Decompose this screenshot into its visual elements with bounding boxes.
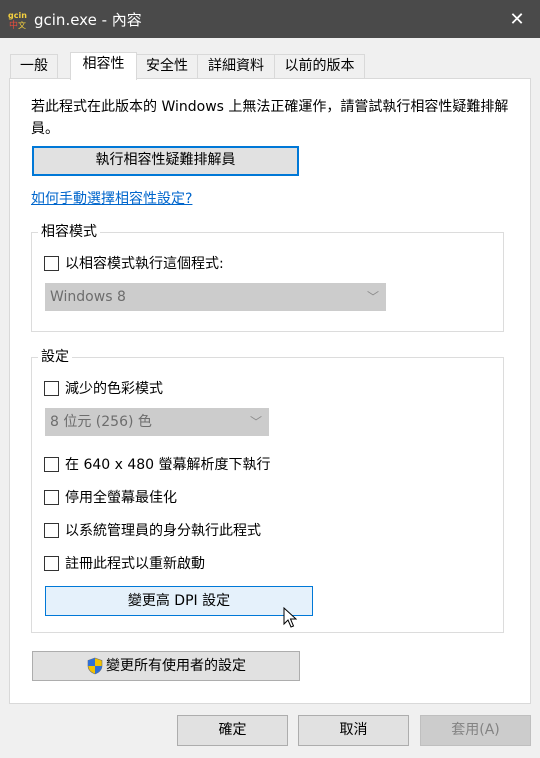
window-title: gcin.exe - 內容: [34, 11, 142, 29]
compat-mode-checkbox[interactable]: [44, 255, 59, 271]
close-button[interactable]: ✕: [494, 0, 540, 38]
compatibility-mode-group: 相容模式 以相容模式執行這個程式: Windows 8 ﹀: [31, 223, 504, 332]
apply-button[interactable]: 套用(A): [420, 715, 531, 746]
mouse-pointer-icon: [283, 607, 297, 628]
register-restart-row[interactable]: 註冊此程式以重新啟動: [44, 553, 205, 573]
run-as-admin-checkbox[interactable]: [44, 522, 59, 538]
reduced-color-checkbox[interactable]: [44, 380, 59, 396]
register-restart-label: 註冊此程式以重新啟動: [65, 556, 205, 572]
res-640-row[interactable]: 在 640 x 480 螢幕解析度下執行: [44, 454, 271, 474]
settings-group: 設定 減少的色彩模式 8 位元 (256) 色 ﹀ 在 640 x 480 螢幕…: [31, 348, 504, 633]
chevron-down-icon: ﹀: [249, 415, 262, 429]
svg-text:文: 文: [18, 20, 26, 29]
change-all-users-label: 變更所有使用者的設定: [106, 658, 246, 674]
os-version-select[interactable]: Windows 8 ﹀: [45, 283, 386, 311]
os-version-value: Windows 8: [50, 289, 126, 305]
disable-fullscreen-checkbox[interactable]: [44, 489, 59, 505]
reduced-color-label: 減少的色彩模式: [65, 381, 163, 397]
intro-text: 若此程式在此版本的 Windows 上無法正確運作，請嘗試執行相容性疑難排解員。: [31, 99, 509, 137]
tab-details[interactable]: 詳細資料: [197, 54, 275, 79]
compat-mode-checkbox-row[interactable]: 以相容模式執行這個程式:: [44, 253, 224, 273]
run-as-admin-row[interactable]: 以系統管理員的身分執行此程式: [44, 520, 261, 540]
res-640-checkbox[interactable]: [44, 456, 59, 472]
change-all-users-button[interactable]: 變更所有使用者的設定: [32, 651, 300, 681]
disable-fullscreen-row[interactable]: 停用全螢幕最佳化: [44, 487, 177, 507]
tab-compatibility[interactable]: 相容性: [70, 52, 137, 80]
title-bar: gcin 中 文 gcin.exe - 內容 ✕: [0, 0, 540, 38]
run-as-admin-label: 以系統管理員的身分執行此程式: [65, 523, 261, 539]
svg-text:gcin: gcin: [8, 11, 27, 20]
svg-text:中: 中: [9, 19, 18, 29]
compat-mode-label: 以相容模式執行這個程式:: [65, 256, 224, 272]
color-mode-select[interactable]: 8 位元 (256) 色 ﹀: [45, 408, 269, 436]
ok-button[interactable]: 確定: [177, 715, 288, 746]
res-640-label: 在 640 x 480 螢幕解析度下執行: [65, 457, 271, 473]
cancel-button[interactable]: 取消: [298, 715, 409, 746]
manual-settings-link[interactable]: 如何手動選擇相容性設定?: [31, 188, 192, 208]
disable-fullscreen-label: 停用全螢幕最佳化: [65, 490, 177, 506]
reduced-color-row[interactable]: 減少的色彩模式: [44, 378, 163, 398]
change-dpi-button[interactable]: 變更高 DPI 設定: [45, 586, 313, 616]
close-icon: ✕: [509, 8, 525, 30]
register-restart-checkbox[interactable]: [44, 555, 59, 571]
compatibility-panel: 若此程式在此版本的 Windows 上無法正確運作，請嘗試執行相容性疑難排解員。…: [9, 78, 531, 704]
color-mode-value: 8 位元 (256) 色: [50, 414, 152, 430]
tab-security[interactable]: 安全性: [136, 54, 198, 79]
chevron-down-icon: ﹀: [366, 290, 379, 304]
settings-title: 設定: [38, 348, 72, 366]
tab-general[interactable]: 一般: [10, 54, 58, 79]
gcin-app-icon: gcin 中 文: [8, 11, 27, 29]
uac-shield-icon: [87, 657, 103, 675]
troubleshooter-button[interactable]: 執行相容性疑難排解員: [32, 146, 299, 176]
tab-previous-versions[interactable]: 以前的版本: [274, 54, 365, 79]
compatibility-mode-title: 相容模式: [38, 223, 100, 241]
